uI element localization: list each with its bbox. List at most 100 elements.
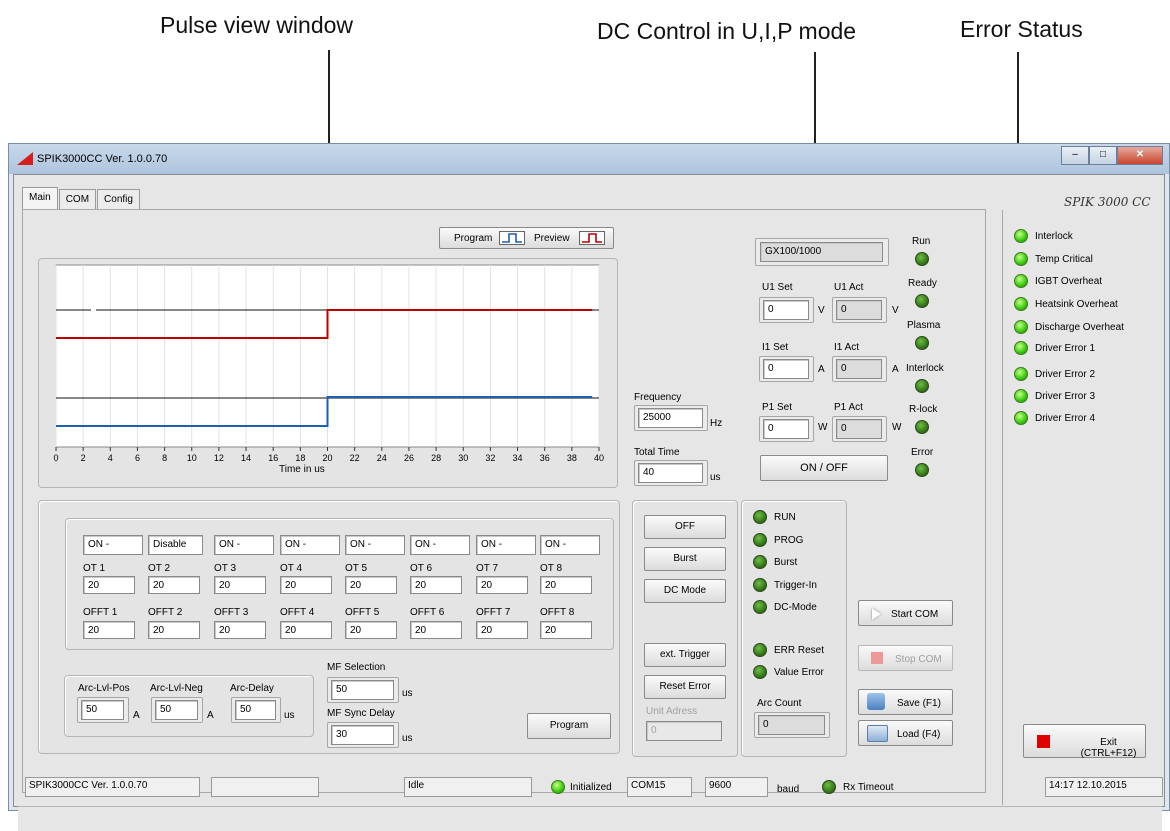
p1-set-wrap: 0 (759, 416, 814, 442)
i1-set-input[interactable]: 0 (763, 359, 809, 379)
burst-button[interactable]: Burst (644, 547, 726, 571)
plasma-status-label: Plasma (907, 320, 941, 331)
status-led (753, 643, 767, 657)
total-time-input[interactable]: 40 (638, 463, 703, 483)
mode-field[interactable]: Disable (148, 535, 203, 555)
p1-act-value: 0 (836, 419, 882, 439)
mf-sync-input[interactable]: 30 (331, 725, 394, 745)
ot-input[interactable]: 20 (345, 576, 397, 594)
legend-program-label: Program (454, 233, 493, 244)
on-off-button[interactable]: ON / OFF (760, 455, 888, 481)
folder-icon (867, 725, 888, 742)
save-button[interactable]: Save (F1) (858, 689, 953, 715)
ot-input[interactable]: 20 (214, 576, 266, 594)
frequency-wrap: 25000 (634, 405, 708, 431)
offt-input[interactable]: 20 (148, 621, 200, 639)
arc-delay-input[interactable]: 50 (235, 700, 276, 720)
ot-input[interactable]: 20 (476, 576, 528, 594)
tab-com[interactable]: COM (58, 189, 97, 209)
offt-input[interactable]: 20 (83, 621, 135, 639)
offt-label: OFFT 8 (540, 607, 575, 618)
dc-mode-button[interactable]: DC Mode (644, 579, 726, 603)
mode-field[interactable]: ON - (83, 535, 143, 555)
offt-input[interactable]: 20 (410, 621, 462, 639)
error-led (1014, 297, 1028, 311)
i1-act-wrap: 0 (832, 356, 887, 382)
arc-lvl-pos-label: Arc-Lvl-Pos (78, 683, 130, 694)
arc-delay-unit: us (284, 710, 295, 721)
offt-input[interactable]: 20 (540, 621, 592, 639)
mf-selection-input[interactable]: 50 (331, 680, 394, 700)
error-label: Driver Error 4 (1035, 413, 1096, 424)
mode-field[interactable]: ON - (280, 535, 340, 555)
window-title: SPIK3000CC Ver. 1.0.0.70 (37, 153, 168, 165)
minimize-icon[interactable]: – (1061, 146, 1089, 165)
error-led (1014, 411, 1028, 425)
mf-selection-unit: us (402, 688, 413, 699)
save-label: Save (F1) (897, 698, 941, 709)
tab-main[interactable]: Main (22, 187, 58, 209)
x-tick-label: 26 (404, 453, 414, 463)
offt-label: OFFT 7 (476, 607, 511, 618)
offt-input[interactable]: 20 (345, 621, 397, 639)
stop-square-icon (1037, 735, 1050, 748)
x-tick-label: 16 (268, 453, 278, 463)
error-panel-divider (1002, 210, 1003, 805)
exit-button[interactable]: Exit (CTRL+F12) (1023, 724, 1146, 759)
reset-error-button[interactable]: Reset Error (644, 675, 726, 699)
mf-sync-label: MF Sync Delay (327, 708, 395, 719)
ready-status-led (915, 294, 929, 308)
maximize-icon[interactable]: □ (1089, 146, 1117, 165)
x-tick-label: 34 (513, 453, 523, 463)
legend-preview-label: Preview (534, 233, 570, 244)
load-button[interactable]: Load (F4) (858, 720, 953, 746)
mode-field[interactable]: ON - (345, 535, 405, 555)
u1-act-value: 0 (836, 300, 882, 320)
stop-com-button[interactable]: Stop COM (858, 645, 953, 671)
off-button[interactable]: OFF (644, 515, 726, 539)
tab-config[interactable]: Config (97, 189, 140, 209)
error-status-led (915, 463, 929, 477)
ot-input[interactable]: 20 (540, 576, 592, 594)
arc-lvl-neg-input[interactable]: 50 (155, 700, 198, 720)
rlock-status-led (915, 420, 929, 434)
offt-input[interactable]: 20 (214, 621, 266, 639)
error-label: Discharge Overheat (1035, 322, 1124, 333)
offt-input[interactable]: 20 (476, 621, 528, 639)
p1-set-input[interactable]: 0 (763, 419, 809, 439)
error-led (1014, 389, 1028, 403)
start-com-button[interactable]: Start COM (858, 600, 953, 626)
program-button[interactable]: Program (527, 713, 611, 739)
unit-address-field: 0 (646, 721, 722, 741)
mode-field[interactable]: ON - (476, 535, 536, 555)
x-tick-label: 36 (540, 453, 550, 463)
ot-input[interactable]: 20 (83, 576, 135, 594)
x-tick-label: 10 (187, 453, 197, 463)
ext-trigger-button[interactable]: ext. Trigger (644, 643, 726, 667)
frequency-label: Frequency (634, 392, 682, 403)
status-initialized: Initialized (570, 782, 612, 793)
arc-lvl-pos-input[interactable]: 50 (81, 700, 124, 720)
x-tick-label: 20 (322, 453, 332, 463)
ot-input[interactable]: 20 (280, 576, 332, 594)
u1-set-unit: V (818, 305, 825, 316)
callout-error-status: Error Status (960, 16, 1083, 42)
u1-set-wrap: 0 (759, 297, 814, 323)
close-icon[interactable]: ✕ (1117, 146, 1163, 165)
ot-input[interactable]: 20 (148, 576, 200, 594)
save-icon (867, 693, 885, 710)
pulse-view-chart: 0 2 4 6 8 10 12 14 16 18 20 22 24 26 28 30 32 34 36 38 40 Ti… (38, 258, 618, 488)
x-tick-label: 8 (162, 453, 167, 463)
mode-field[interactable]: ON - (214, 535, 274, 555)
frequency-input[interactable]: 25000 (638, 408, 703, 428)
status-led (753, 665, 767, 679)
u1-set-input[interactable]: 0 (763, 300, 809, 320)
ot-input[interactable]: 20 (410, 576, 462, 594)
offt-input[interactable]: 20 (280, 621, 332, 639)
i1-act-value: 0 (836, 359, 882, 379)
ot-label: OT 5 (345, 563, 368, 574)
mode-field[interactable]: ON - (410, 535, 470, 555)
mode-field[interactable]: ON - (540, 535, 600, 555)
status-led-label: RUN (774, 512, 796, 523)
error-label: Driver Error 3 (1035, 391, 1096, 402)
